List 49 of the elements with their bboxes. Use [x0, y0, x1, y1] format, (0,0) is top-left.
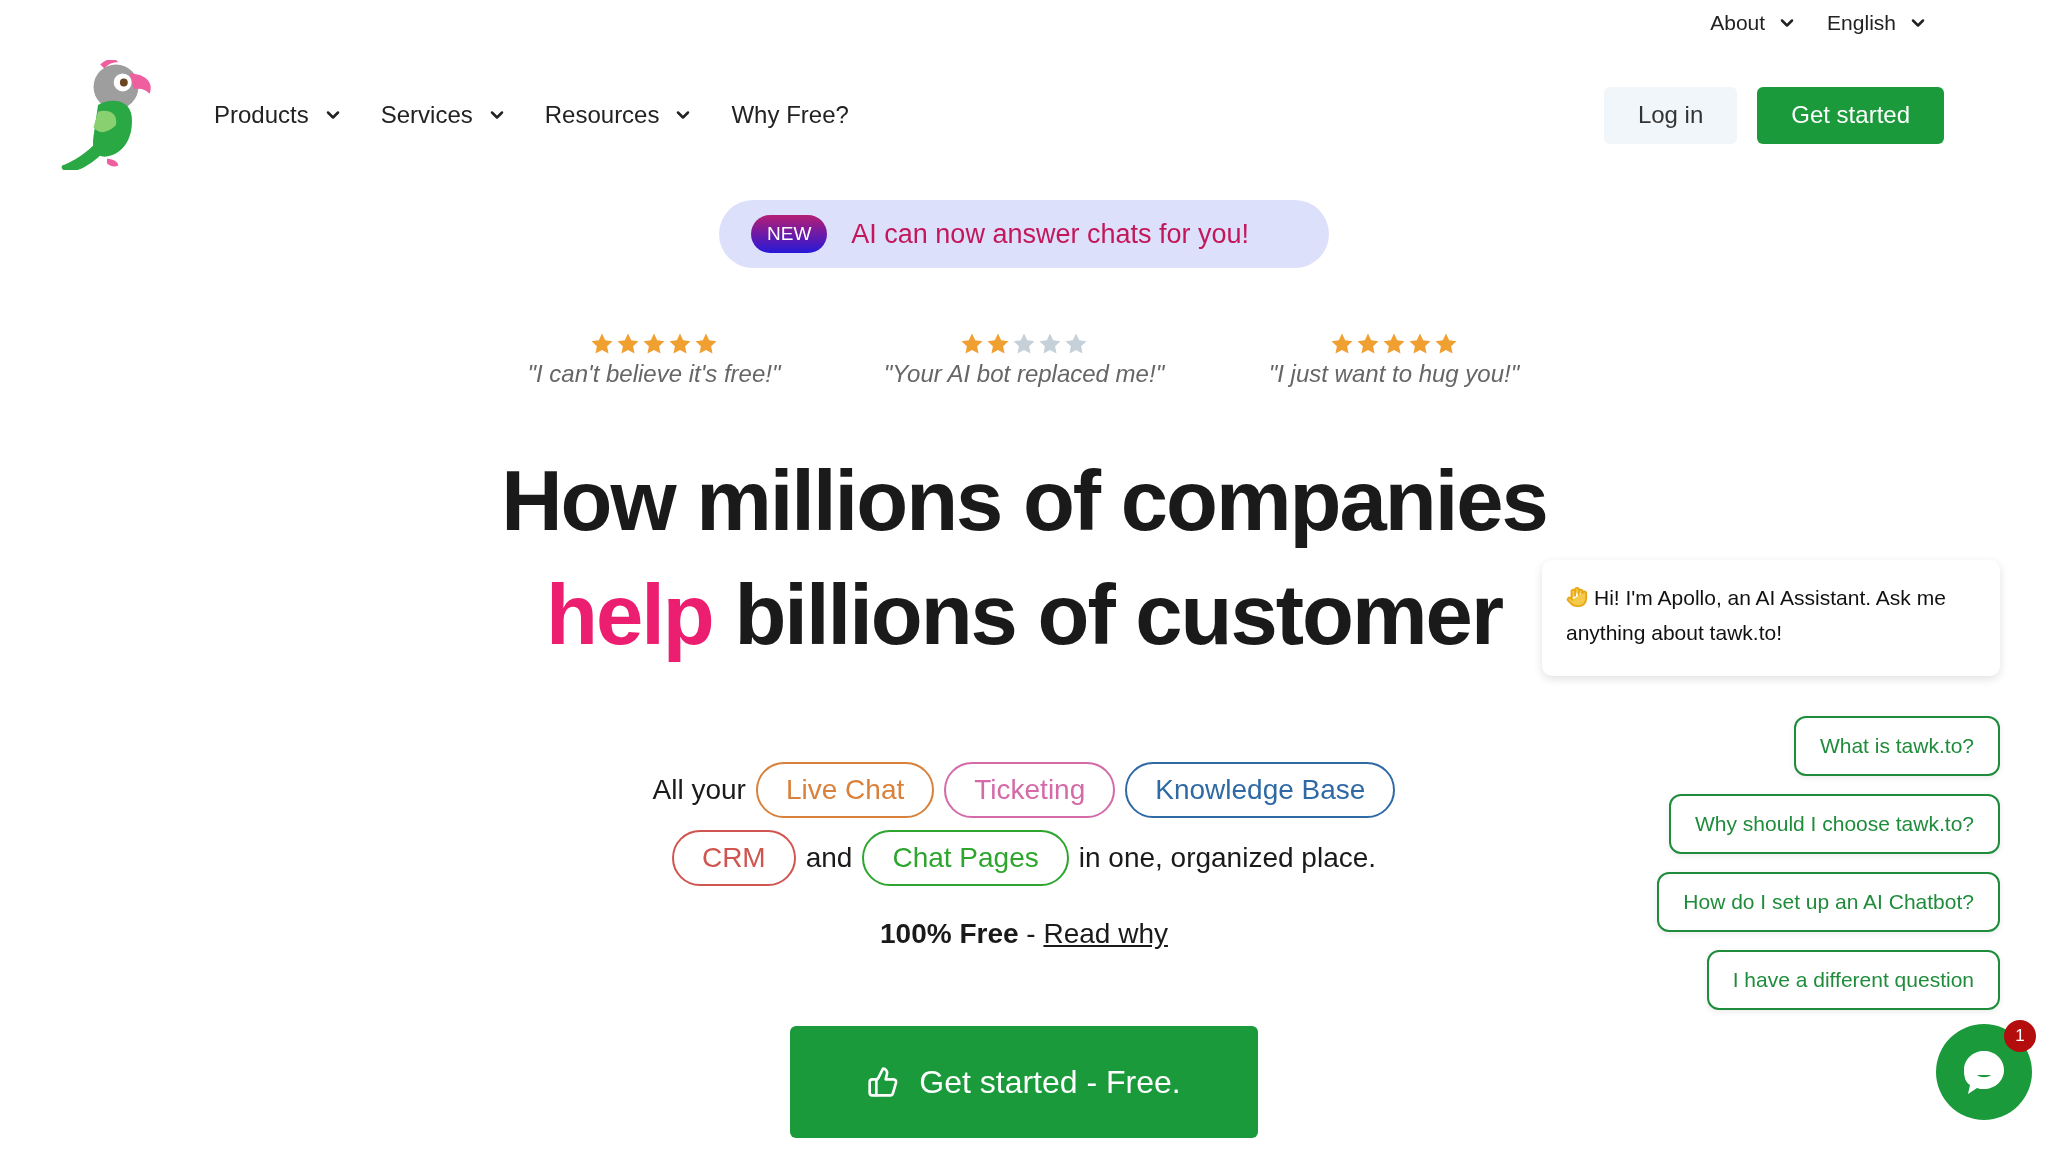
unread-count-badge: 1: [2004, 1020, 2036, 1052]
star-icon: [1434, 332, 1458, 356]
star-icon: [590, 332, 614, 356]
star-icon: [1382, 332, 1406, 356]
free-note: 100% Free - Read why: [880, 918, 1168, 950]
top-menu-link[interactable]: English: [1827, 8, 1928, 38]
quick-reply-button[interactable]: Why should I choose tawk.to?: [1669, 794, 2000, 854]
star-icon: [1330, 332, 1354, 356]
announcement-banner[interactable]: NEW AI can now answer chats for you!: [719, 200, 1329, 268]
login-button[interactable]: Log in: [1603, 86, 1738, 144]
star-icon: [1064, 332, 1088, 356]
star-icon: [1356, 332, 1380, 356]
product-tag[interactable]: Knowledge Base: [1125, 762, 1396, 818]
waving-hand-icon: [1566, 586, 1588, 608]
feature-text: and: [805, 842, 853, 874]
top-menu-link[interactable]: About: [1710, 8, 1798, 38]
star-icon: [960, 332, 984, 356]
product-tag[interactable]: Live Chat: [755, 762, 935, 818]
star-icon: [1012, 332, 1036, 356]
quick-reply-button[interactable]: What is tawk.to?: [1793, 716, 2000, 776]
announcement-text: AI can now answer chats for you!: [851, 218, 1249, 250]
headline: How millions of companies help billions of customer: [501, 452, 1547, 664]
product-tag[interactable]: CRM: [671, 830, 796, 886]
review-quote: "I just want to hug you!": [1268, 360, 1520, 388]
nav-menu-item[interactable]: Products: [214, 101, 343, 129]
nav-menu-item[interactable]: Why Free?: [731, 101, 849, 129]
feature-text: in one, organized place.: [1078, 842, 1377, 874]
feature-text: All your: [652, 774, 746, 806]
star-icon: [986, 332, 1010, 356]
get-started-free-button[interactable]: Get started - Free.: [790, 1026, 1258, 1138]
get-started-button[interactable]: Get started: [1757, 86, 1944, 144]
read-why-link[interactable]: Read why: [1043, 918, 1168, 949]
thumbs-up-icon: [867, 1066, 900, 1098]
nav-menu-item[interactable]: Services: [380, 101, 507, 129]
star-icon: [694, 332, 718, 356]
quick-reply-button[interactable]: I have a different question: [1706, 950, 2000, 1010]
review-quote: "I can't believe it's free!": [527, 360, 781, 388]
nav-menu-item[interactable]: Resources: [544, 101, 694, 129]
star-icon: [1038, 332, 1062, 356]
new-badge: NEW: [751, 215, 828, 253]
star-icon: [1408, 332, 1432, 356]
review-quote: "Your AI bot replaced me!": [883, 360, 1165, 388]
star-icon: [642, 332, 666, 356]
star-icon: [616, 332, 640, 356]
chat-message-text: Hi! I'm Apollo, an AI Assistant. Ask me anything about tawk.to!: [1566, 585, 1947, 646]
product-tag[interactable]: Chat Pages: [862, 830, 1069, 886]
quick-reply-button[interactable]: How do I set up an AI Chatbot?: [1657, 872, 2000, 932]
star-icon: [668, 332, 692, 356]
product-tag[interactable]: Ticketing: [944, 762, 1116, 818]
